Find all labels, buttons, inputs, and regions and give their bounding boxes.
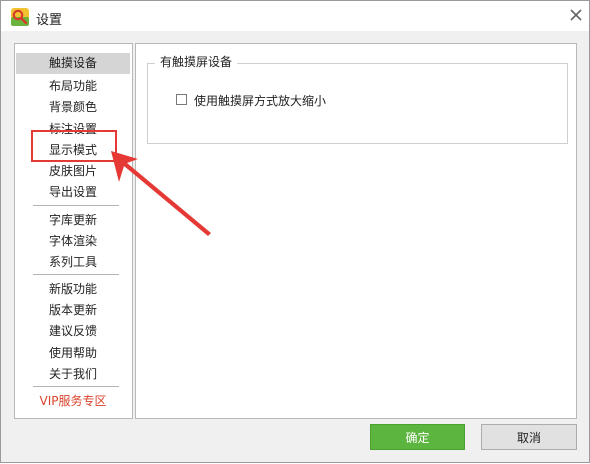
settings-dialog: 设置 触摸设备 布局功能 背景颜色 标注设置 显示模式 皮肤图片 导出设置 字库…: [0, 0, 590, 463]
window-title: 设置: [36, 13, 63, 28]
sidebar-divider: [33, 386, 119, 387]
sidebar-item-layout[interactable]: 布局功能: [16, 76, 130, 97]
settings-sidebar: 触摸设备 布局功能 背景颜色 标注设置 显示模式 皮肤图片 导出设置 字库更新 …: [14, 43, 133, 419]
app-logo-icon: [10, 7, 30, 27]
group-title: 有触摸屏设备: [155, 53, 238, 70]
sidebar-item-export[interactable]: 导出设置: [16, 182, 130, 203]
settings-content-panel: 有触摸屏设备 使用触摸屏方式放大缩小: [135, 43, 577, 419]
sidebar-item-background-color[interactable]: 背景颜色: [16, 97, 130, 118]
touch-zoom-checkbox[interactable]: [176, 94, 187, 105]
title-bar: 设置: [1, 1, 589, 31]
sidebar-item-about[interactable]: 关于我们: [16, 364, 130, 385]
annotation-highlight-box: [31, 130, 117, 162]
sidebar-divider: [33, 274, 119, 275]
cancel-button[interactable]: 取消: [481, 424, 577, 450]
sidebar-item-version-update[interactable]: 版本更新: [16, 300, 130, 321]
sidebar-item-tools[interactable]: 系列工具: [16, 252, 130, 273]
sidebar-item-font-update[interactable]: 字库更新: [16, 210, 130, 231]
sidebar-item-vip[interactable]: VIP服务专区: [16, 391, 130, 412]
sidebar-item-new-features[interactable]: 新版功能: [16, 279, 130, 300]
sidebar-item-touch-device[interactable]: 触摸设备: [16, 53, 130, 74]
touch-zoom-label[interactable]: 使用触摸屏方式放大缩小: [194, 92, 326, 109]
sidebar-divider: [33, 205, 119, 206]
sidebar-item-skin[interactable]: 皮肤图片: [16, 161, 130, 182]
sidebar-item-help[interactable]: 使用帮助: [16, 343, 130, 364]
sidebar-item-font-render[interactable]: 字体渲染: [16, 231, 130, 252]
sidebar-item-feedback[interactable]: 建议反馈: [16, 321, 130, 342]
close-icon[interactable]: [566, 5, 586, 25]
ok-button[interactable]: 确定: [370, 424, 465, 450]
